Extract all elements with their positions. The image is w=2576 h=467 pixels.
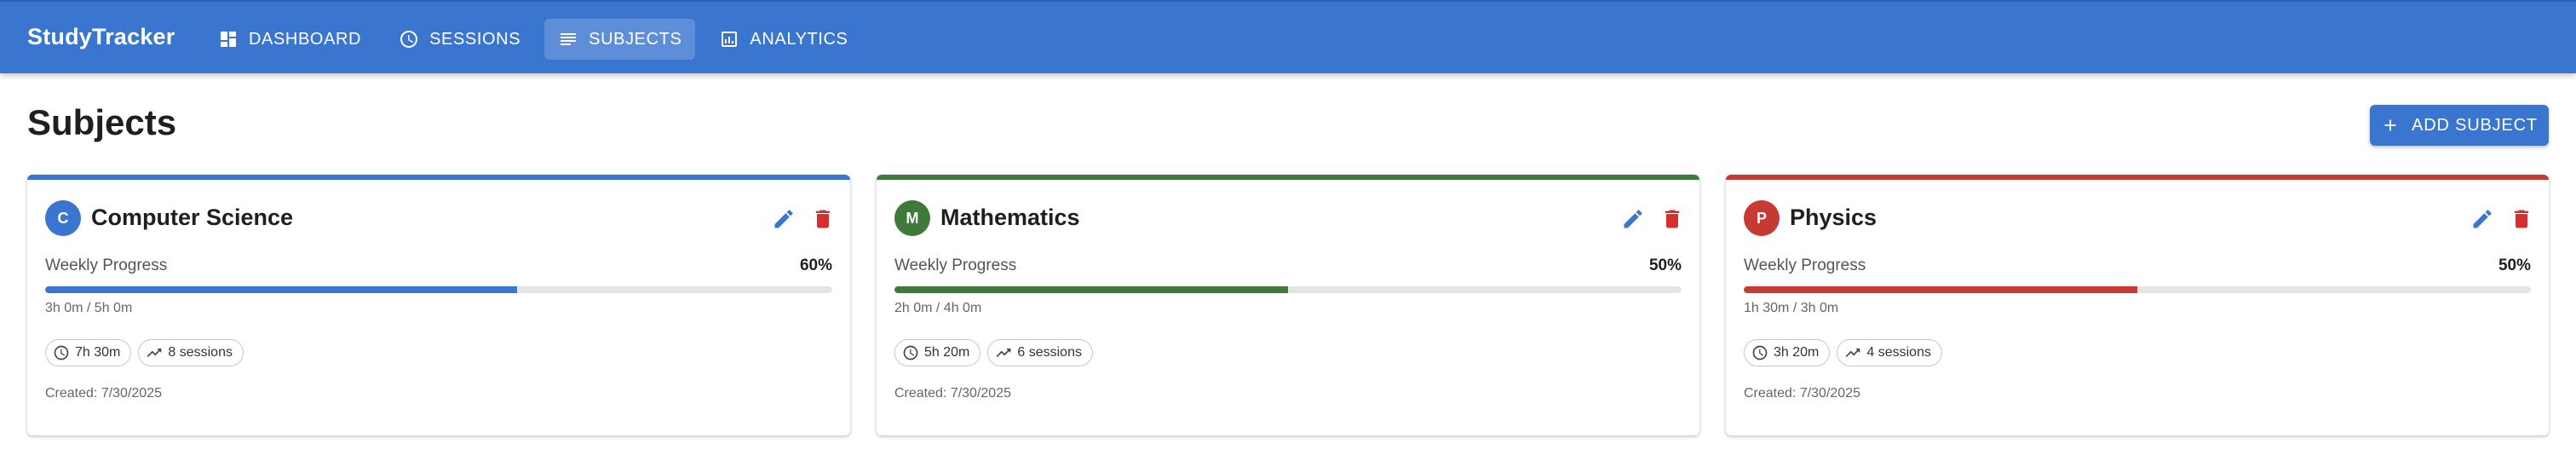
subject-card: C Computer Science Weekly Progress 60% 3… — [27, 175, 850, 435]
weekly-progress-bar — [894, 286, 1682, 293]
clock-icon — [400, 31, 418, 48]
nav-subjects-label: SUBJECTS — [589, 29, 682, 49]
app-bar: StudyTracker DASHBOARD SESSIONS SUBJECTS… — [0, 0, 2576, 73]
weekly-progress-percent: 50% — [2498, 257, 2531, 274]
list-icon — [561, 33, 577, 45]
delete-subject-button[interactable] — [2508, 205, 2535, 233]
subject-card: M Mathematics Weekly Progress 50% 2h 0m … — [877, 175, 1699, 435]
nav-analytics-label: ANALYTICS — [750, 29, 848, 49]
nav-sessions[interactable]: SESSIONS — [385, 19, 534, 60]
subject-name: Mathematics — [940, 205, 1080, 230]
delete-subject-button[interactable] — [1659, 205, 1686, 233]
sessions-chip: 6 sessions — [987, 339, 1093, 366]
trending-up-icon — [997, 349, 1011, 357]
weekly-progress-bar — [1744, 286, 2531, 293]
weekly-progress-bar — [45, 286, 832, 293]
created-date: Created: 7/30/2025 — [894, 386, 1011, 401]
weekly-progress-label: Weekly Progress — [1744, 257, 1866, 274]
nav-subjects[interactable]: SUBJECTS — [544, 19, 696, 60]
weekly-time-text: 3h 0m / 5h 0m — [45, 301, 133, 315]
card-color-bar — [27, 175, 850, 180]
nav-dashboard-label: DASHBOARD — [249, 29, 362, 49]
subject-name: Physics — [1790, 205, 1877, 230]
nav-dashboard[interactable]: DASHBOARD — [204, 19, 375, 60]
total-time-chip: 7h 30m — [45, 339, 132, 366]
weekly-progress-percent: 50% — [1648, 257, 1682, 274]
delete-subject-button[interactable] — [809, 205, 837, 233]
nav-sessions-label: SESSIONS — [429, 29, 521, 49]
created-date: Created: 7/30/2025 — [45, 386, 162, 401]
total-time-chip: 5h 20m — [894, 339, 981, 366]
total-time-value: 3h 20m — [1774, 345, 1820, 360]
stats-chips: 3h 20m 4 sessions — [1744, 339, 1949, 366]
stats-chips: 7h 30m 8 sessions — [45, 339, 250, 366]
sessions-chip: 8 sessions — [138, 339, 244, 366]
pencil-icon — [2473, 210, 2492, 228]
subject-avatar: C — [45, 200, 81, 236]
edit-subject-button[interactable] — [770, 205, 797, 233]
clock-icon — [903, 345, 918, 360]
trash-icon — [815, 210, 831, 228]
weekly-progress-fill — [45, 286, 518, 293]
nav-analytics[interactable]: ANALYTICS — [705, 19, 861, 60]
weekly-progress-fill — [1744, 286, 2137, 293]
clock-icon — [1752, 345, 1768, 360]
main-nav: DASHBOARD SESSIONS SUBJECTS ANALYTICS — [204, 19, 871, 60]
created-date: Created: 7/30/2025 — [1744, 386, 1860, 401]
app-brand[interactable]: StudyTracker — [27, 24, 175, 50]
add-subject-button[interactable]: ADD SUBJECT — [2370, 105, 2549, 146]
weekly-progress-percent: 60% — [799, 257, 832, 274]
weekly-time-text: 1h 30m / 3h 0m — [1744, 301, 1839, 315]
page-title: Subjects — [27, 102, 177, 142]
weekly-progress-fill — [894, 286, 1288, 293]
sessions-chip: 4 sessions — [1837, 339, 1942, 366]
subject-card: P Physics Weekly Progress 50% 1h 30m / 3… — [1726, 175, 2549, 435]
subject-avatar: P — [1744, 200, 1780, 236]
dashboard-icon — [221, 32, 236, 47]
total-time-chip: 3h 20m — [1744, 339, 1831, 366]
total-time-value: 7h 30m — [75, 345, 121, 360]
plus-icon — [2384, 119, 2396, 131]
sessions-value: 4 sessions — [1866, 345, 1931, 360]
stats-chips: 5h 20m 6 sessions — [894, 339, 1100, 366]
weekly-progress-label: Weekly Progress — [45, 257, 168, 274]
pencil-icon — [774, 210, 793, 228]
weekly-progress-label: Weekly Progress — [894, 257, 1017, 274]
edit-subject-button[interactable] — [2469, 205, 2496, 233]
sessions-value: 8 sessions — [168, 345, 233, 360]
analytics-icon — [722, 32, 738, 47]
trash-icon — [2514, 210, 2529, 228]
trending-up-icon — [147, 349, 162, 357]
pencil-icon — [1624, 210, 1642, 228]
trending-up-icon — [1846, 349, 1860, 357]
card-color-bar — [877, 175, 1699, 180]
add-subject-label: ADD SUBJECT — [2412, 115, 2538, 135]
subject-avatar: M — [894, 200, 930, 236]
weekly-time-text: 2h 0m / 4h 0m — [894, 301, 982, 315]
trash-icon — [1665, 210, 1680, 228]
card-color-bar — [1726, 175, 2549, 180]
sessions-value: 6 sessions — [1017, 345, 1082, 360]
clock-icon — [54, 345, 69, 360]
subject-name: Computer Science — [91, 205, 294, 230]
edit-subject-button[interactable] — [1619, 205, 1647, 233]
total-time-value: 5h 20m — [924, 345, 970, 360]
